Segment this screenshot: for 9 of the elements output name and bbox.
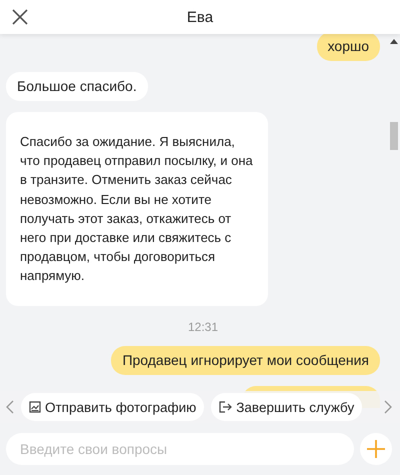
user-message: Продавец игнорирует мои сообщения <box>111 346 380 375</box>
agent-message: Большое спасибо. <box>6 72 148 101</box>
question-input-field[interactable]: Введите свои вопросы <box>6 433 354 465</box>
chat-title: Ева <box>186 8 214 26</box>
quick-reply-button[interactable]: Отправить фотографию <box>21 393 204 421</box>
user-message: хоршо <box>316 34 380 61</box>
timestamp: 12:31 <box>188 320 218 334</box>
agent-message: Спасибо за ожидание. Я выяснила, что продавец отправил посылку, и она в транзите. Отменить заказ сейчас невозможно. Если вы не хотите получать этот заказ, откажитесь от него при доставке или свяжитесь с продавцом, чтобы договориться напрямую. <box>6 112 268 306</box>
quick-reply-button[interactable]: Завершить службу <box>211 393 362 421</box>
